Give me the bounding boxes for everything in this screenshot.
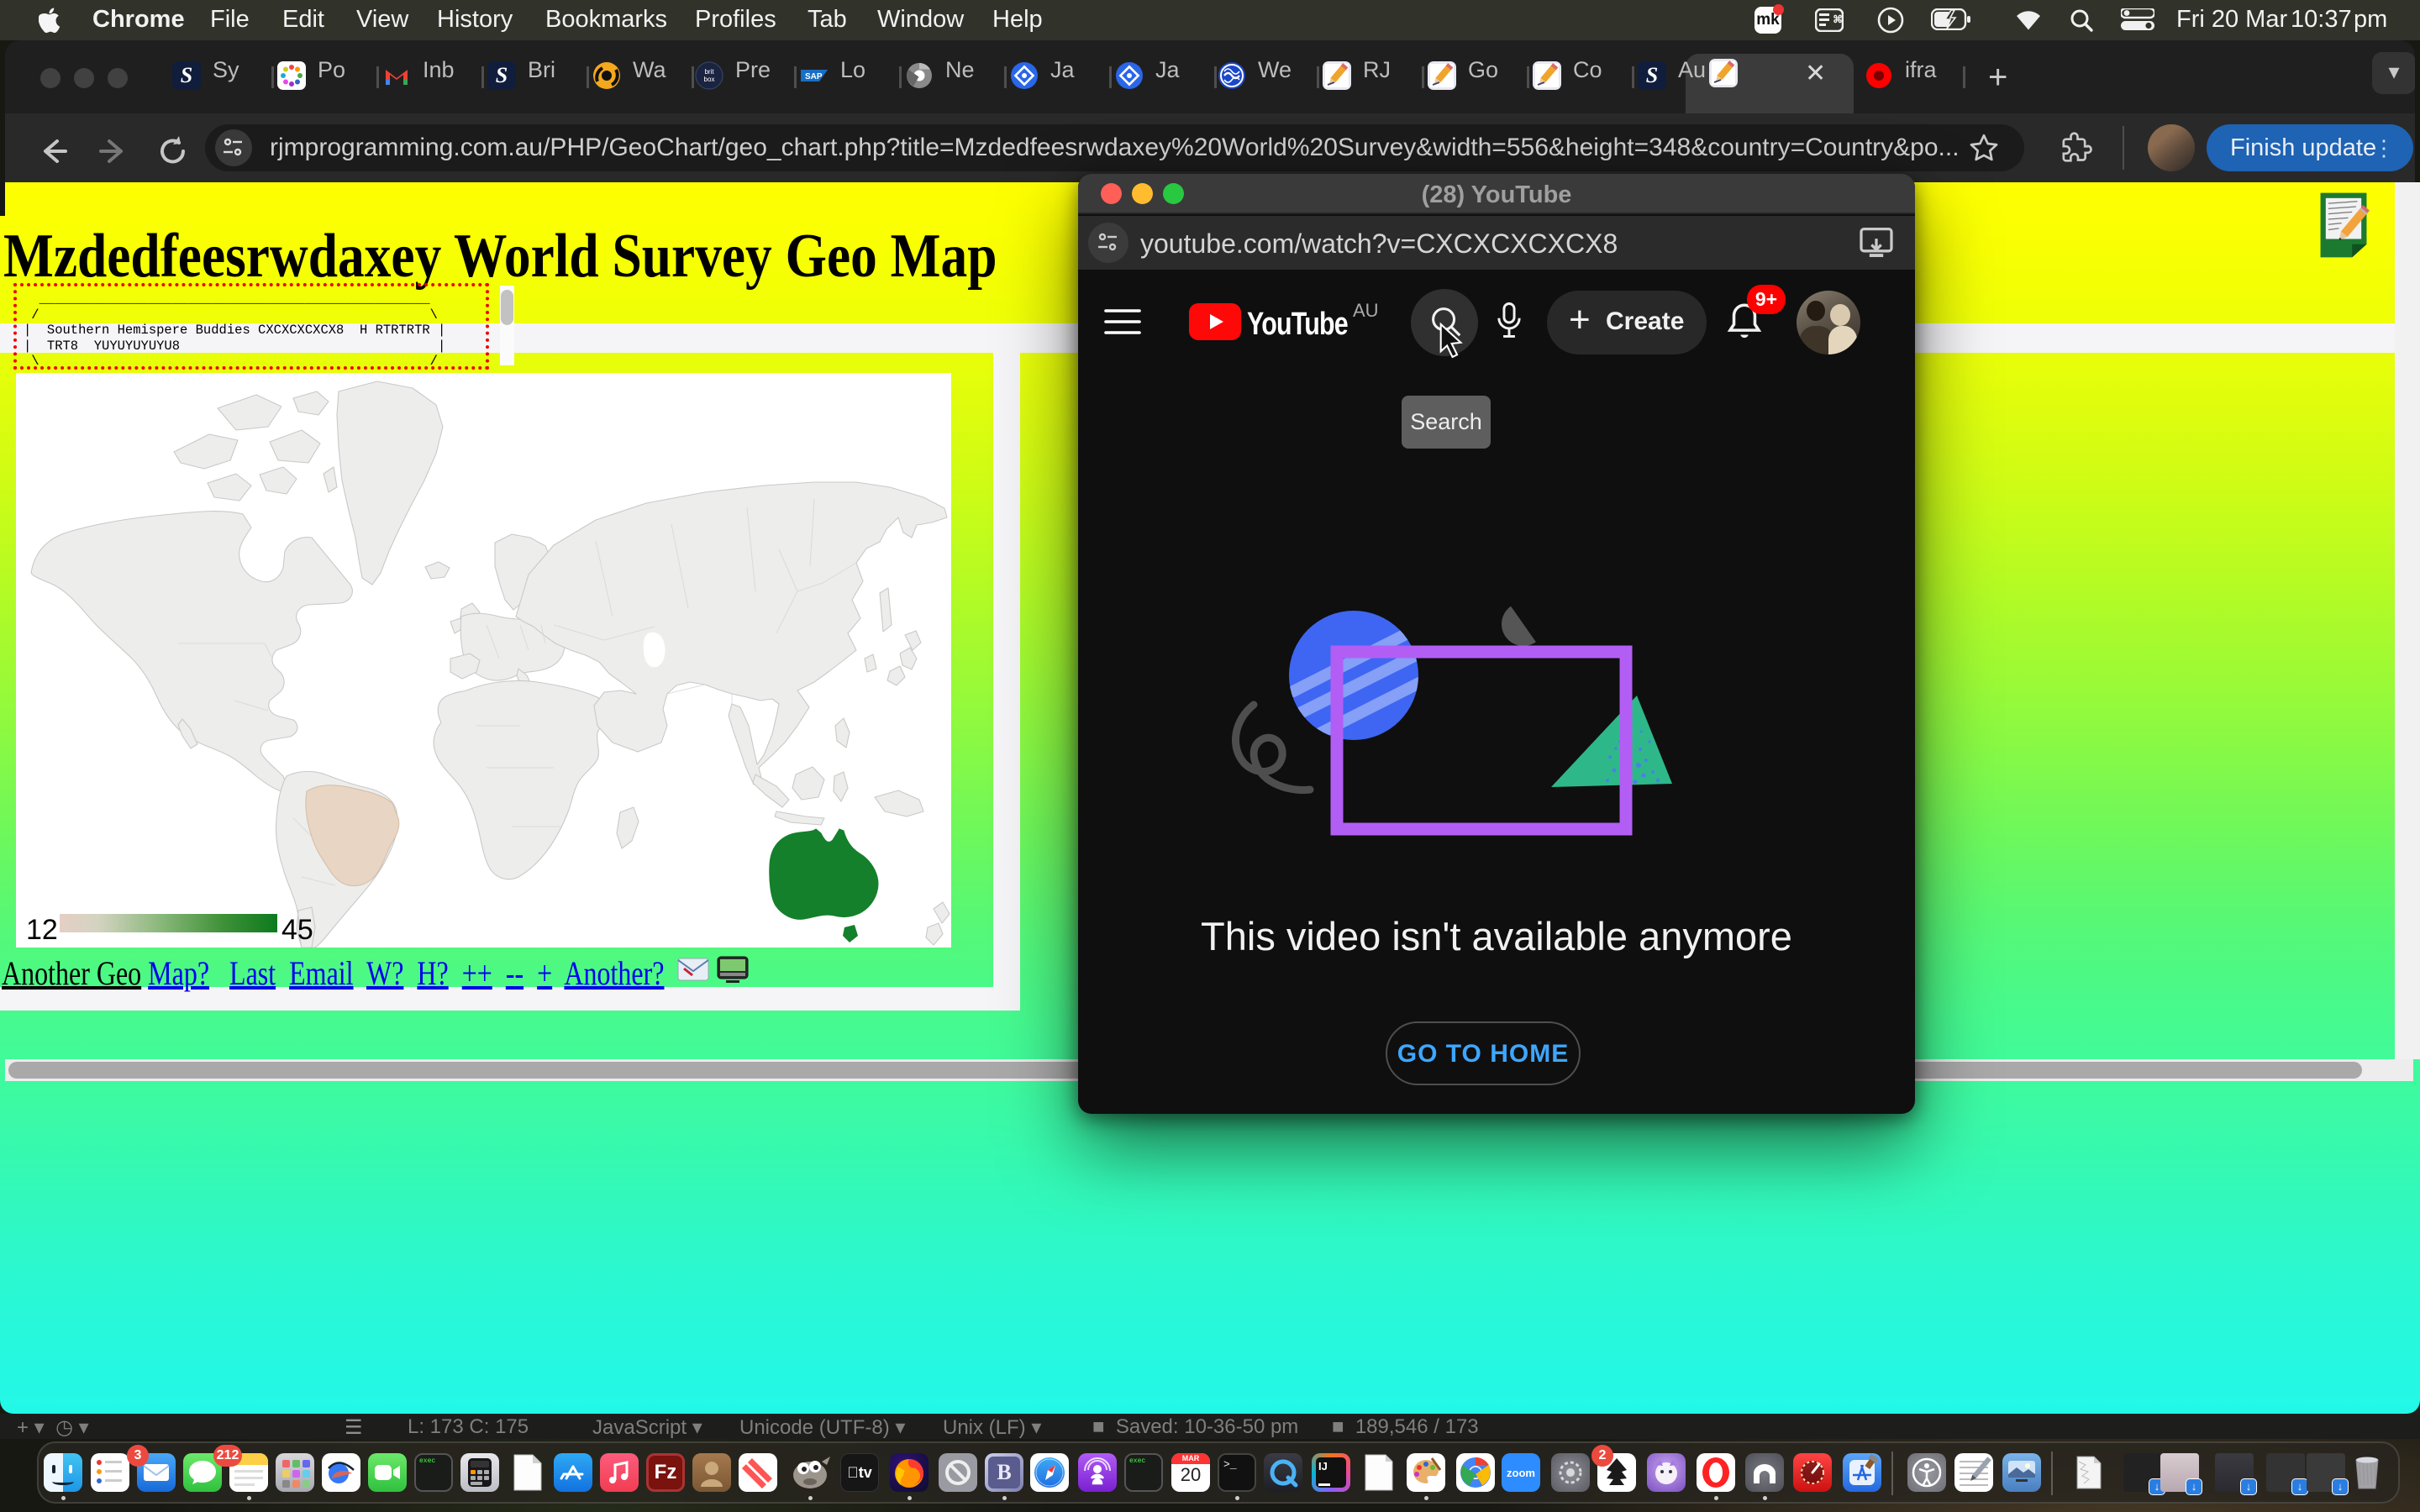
svg-text:45: 45 <box>281 914 313 946</box>
svg-text:box: box <box>704 76 715 83</box>
svg-text:SAP: SAP <box>805 72 823 81</box>
svg-text:brit: brit <box>704 68 714 76</box>
svg-text:12: 12 <box>26 914 58 946</box>
svg-text:⌘: ⌘ <box>1833 13 1843 25</box>
